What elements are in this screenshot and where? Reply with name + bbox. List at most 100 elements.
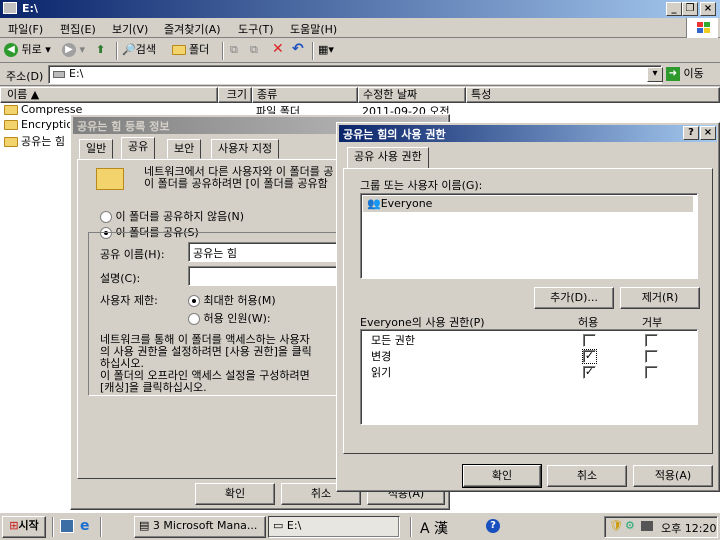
menu-view[interactable]: 보기(V) (112, 21, 148, 37)
menu-edit[interactable]: 편집(E) (60, 21, 96, 37)
folder-icon (4, 105, 18, 115)
start-button[interactable]: ⊞시작 (2, 516, 46, 538)
go-arrow-icon: ➜ (666, 67, 680, 81)
sharing-intro: 네트워크에서 다른 사용자와 이 폴더를 공 이 폴더를 공유하려면 [이 폴더… (144, 166, 334, 190)
column-date[interactable]: 수정한 날짜 (358, 87, 466, 103)
perm-ok-button[interactable]: 확인 (462, 464, 542, 488)
restore-button[interactable]: ❐ (682, 2, 698, 16)
column-type[interactable]: 종류 (252, 87, 358, 103)
address-label: 주소(D) (6, 70, 44, 83)
perm-apply-button[interactable]: 적용(A) (633, 465, 713, 487)
tab-customize[interactable]: 사용자 지정 (211, 139, 280, 159)
permissions-list: 모든 권한 변경 ✓ 읽기 ✓ (360, 329, 698, 425)
menu-tools[interactable]: 도구(T) (238, 21, 274, 37)
change-deny-checkbox[interactable] (645, 350, 658, 363)
deny-column-header: 거부 (642, 316, 663, 329)
forward-button[interactable]: ▶ ▾ (62, 40, 85, 60)
clock[interactable]: 오후 12:20 (661, 520, 716, 536)
full-control-allow-checkbox[interactable] (583, 334, 596, 347)
taskbar: ⊞시작 e ▤ 3 Microsoft Mana... ▭ E:\ A 漢 ? … (0, 512, 720, 540)
add-button[interactable]: 추가(D)... (534, 287, 614, 309)
radio-no-share[interactable]: 이 폴더를 공유하지 않음(N) (100, 208, 244, 224)
list-item-everyone[interactable]: 👥Everyone (363, 196, 693, 212)
read-deny-checkbox[interactable] (645, 366, 658, 379)
up-folder-icon[interactable]: ⬆ (96, 40, 105, 60)
share-name-input[interactable]: 공유는 힘 (188, 242, 344, 262)
share-name-label: 공유 이름(H): (100, 248, 165, 261)
offline-info: 이 폴더의 오프라인 액세스 설정을 구성하려면 [캐싱]을 클릭하십시오. (100, 369, 310, 394)
help-icon[interactable]: ? (486, 519, 500, 533)
drive-icon: ▭ (273, 519, 284, 532)
change-allow-checkbox[interactable]: ✓ (582, 349, 597, 364)
copy-to-icon[interactable]: ⧉ (250, 40, 258, 60)
search-icon: 🔎 (122, 43, 136, 56)
back-button[interactable]: ◀ 뒤로 ▾ (4, 40, 51, 60)
menu-help[interactable]: 도움말(H) (290, 21, 337, 37)
read-allow-checkbox[interactable]: ✓ (583, 366, 596, 379)
ime-indicator[interactable]: A 漢 (420, 518, 448, 538)
column-size[interactable]: 크기 (218, 87, 252, 103)
mmc-icon: ▤ (139, 519, 150, 532)
folder-icon (172, 45, 186, 55)
group-label: 그룹 또는 사용자 이름(G): (360, 179, 483, 192)
shared-folder-icon (4, 137, 18, 147)
explorer-titlebar[interactable]: E:\ (0, 0, 720, 18)
explorer-toolbar: ◀ 뒤로 ▾ ▶ ▾ ⬆ 🔎검색 폴더 ⧉ ⧉ ✕ ↶ ▦▾ (0, 39, 720, 63)
permissions-dialog: 공유는 힘의 사용 권한 ? × 공유 사용 권한 그룹 또는 사용자 이름(G… (336, 122, 720, 492)
tab-security[interactable]: 보안 (167, 139, 202, 159)
tab-share-permissions[interactable]: 공유 사용 권한 (347, 147, 429, 169)
permissions-info: 네트워크를 통해 이 폴더를 액세스하는 사용자 의 사용 권한을 설정하려면 … (100, 333, 312, 370)
description-input[interactable] (188, 266, 344, 286)
help-button[interactable]: ? (683, 126, 699, 140)
explorer-menubar: 파일(F) 편집(E) 보기(V) 즐겨찾기(A) 도구(T) 도움말(H) _… (0, 2, 720, 38)
users-icon: 👥 (367, 197, 381, 210)
show-desktop-icon[interactable] (60, 519, 74, 533)
folder-icon (4, 120, 18, 130)
delete-icon[interactable]: ✕ (272, 39, 284, 59)
search-button[interactable]: 🔎검색 (122, 40, 156, 60)
security-icon[interactable]: 🛡 (609, 519, 623, 532)
user-list[interactable]: 👥Everyone (360, 193, 698, 279)
perm-row-label: 모든 권한 (371, 334, 415, 347)
tab-sharing[interactable]: 공유 (121, 137, 156, 160)
taskbar-item-mmc[interactable]: ▤ 3 Microsoft Mana... (134, 516, 266, 538)
description-label: 설명(C): (100, 272, 141, 285)
display-icon[interactable] (641, 521, 653, 531)
go-button[interactable]: ➜ 이동 (666, 64, 704, 84)
address-dropdown-icon[interactable]: ▾ (647, 67, 663, 82)
views-icon[interactable]: ▦▾ (318, 40, 334, 60)
system-tray: 🛡 ⚙ 오후 12:20 (604, 516, 718, 538)
address-bar: 주소(D) E:\ ▾ ➜ 이동 (0, 64, 720, 86)
perm-cancel-button[interactable]: 취소 (547, 465, 627, 487)
explorer-title: E:\ (22, 2, 38, 15)
column-headers: 이름 ▲ 크기 종류 수정한 날짜 특성 (0, 87, 720, 103)
forward-arrow-icon: ▶ (62, 43, 76, 57)
column-name[interactable]: 이름 ▲ (0, 87, 218, 103)
address-input[interactable]: E:\ (48, 65, 662, 84)
allow-column-header: 허용 (578, 316, 599, 329)
radio-max-allowed[interactable]: 최대한 허용(M) (188, 292, 276, 308)
radio-allow-users[interactable]: 허용 인원(W): (188, 310, 271, 326)
minimize-button[interactable]: _ (666, 2, 682, 16)
close-button[interactable]: × (700, 2, 716, 16)
perm-row-label: 변경 (371, 350, 392, 363)
back-arrow-icon: ◀ (4, 43, 18, 57)
folders-button[interactable]: 폴더 (172, 40, 209, 60)
drive-icon (53, 70, 65, 78)
user-limit-label: 사용자 제한: (100, 294, 158, 307)
menu-file[interactable]: 파일(F) (8, 21, 43, 37)
network-icon[interactable]: ⚙ (625, 519, 635, 532)
props-ok-button[interactable]: 확인 (195, 483, 275, 505)
column-attr[interactable]: 특성 (466, 87, 720, 103)
shared-folder-large-icon (96, 168, 124, 190)
permissions-titlebar[interactable]: 공유는 힘의 사용 권한 ? × (339, 125, 717, 142)
full-control-deny-checkbox[interactable] (645, 334, 658, 347)
taskbar-item-explorer[interactable]: ▭ E:\ (268, 516, 400, 538)
undo-icon[interactable]: ↶ (292, 39, 304, 59)
move-to-icon[interactable]: ⧉ (230, 40, 238, 60)
tab-general[interactable]: 일반 (79, 139, 114, 159)
menu-favorites[interactable]: 즐겨찾기(A) (164, 21, 221, 37)
remove-button[interactable]: 제거(R) (620, 287, 700, 309)
ie-icon[interactable]: e (80, 518, 90, 534)
dialog-close-button[interactable]: × (700, 126, 716, 140)
